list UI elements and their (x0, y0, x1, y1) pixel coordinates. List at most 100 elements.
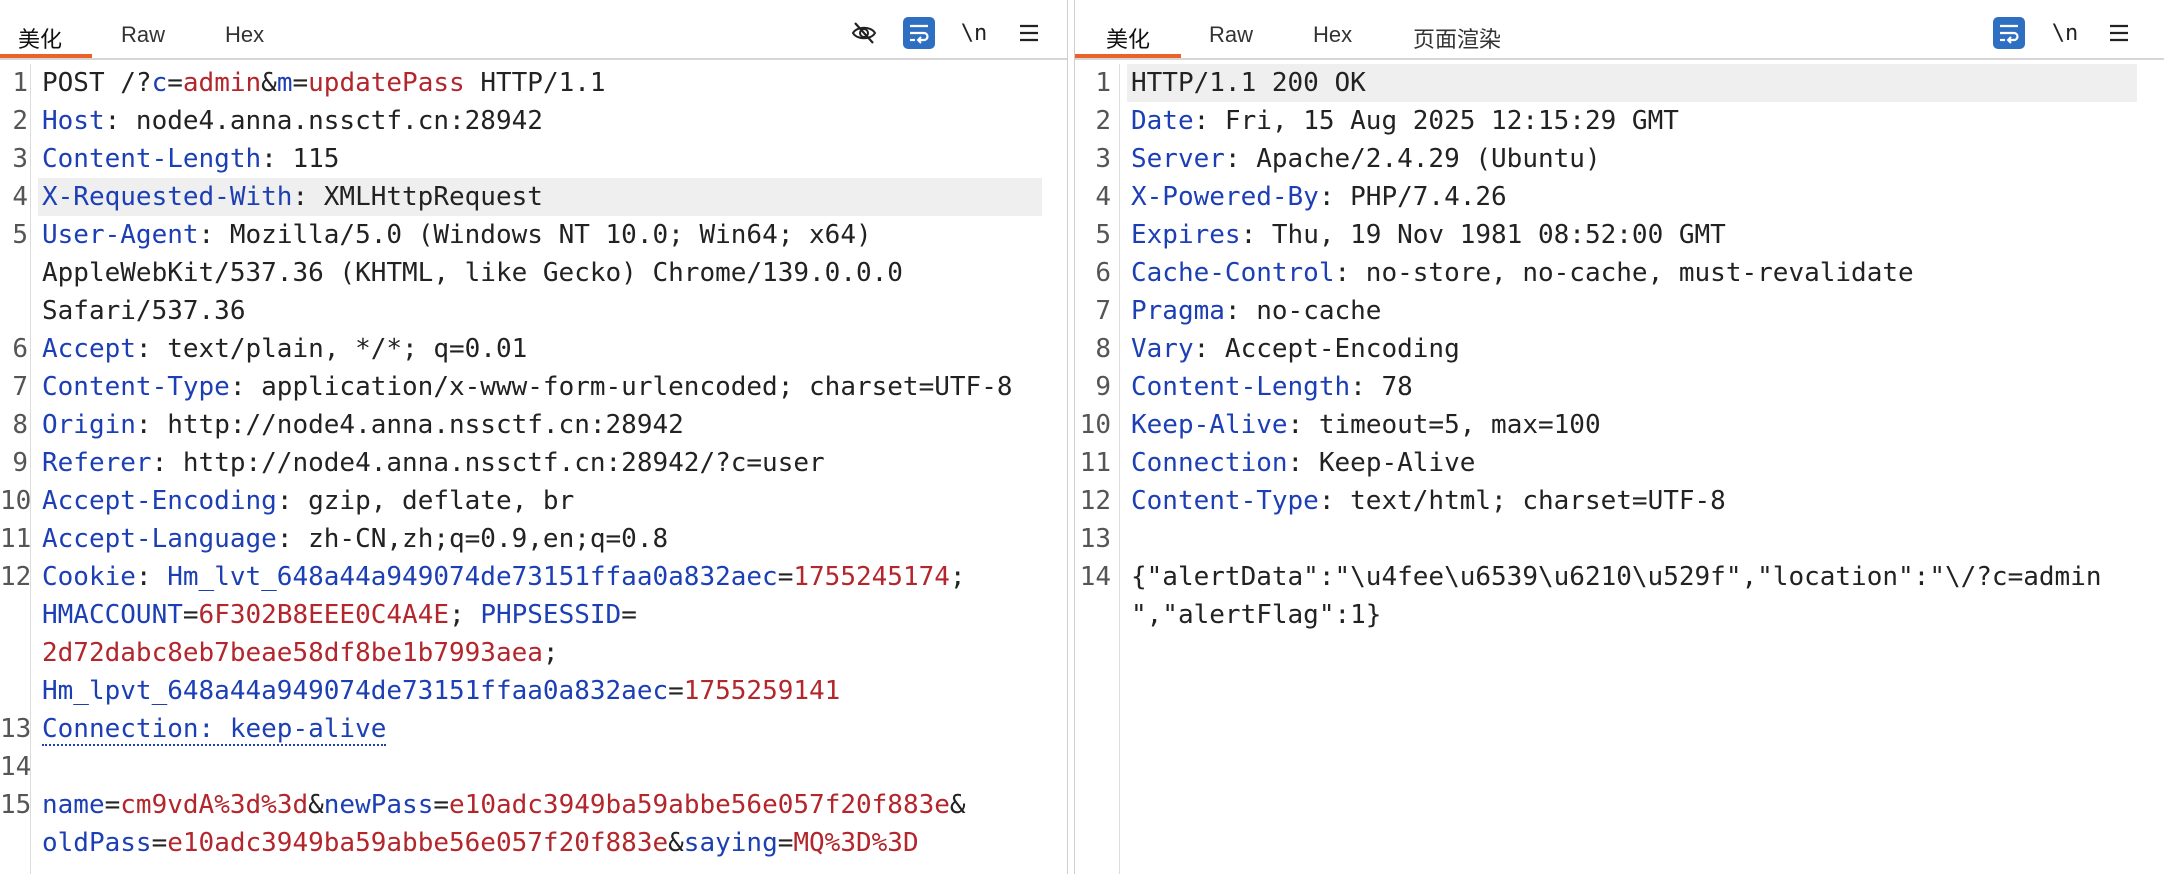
token: Keep-Alive (1131, 410, 1288, 440)
code-line: HMACCOUNT=6F302B8EEE0C4A4E; PHPSESSID= (0, 596, 1067, 634)
token: : 115 (261, 144, 340, 174)
token: Content-Type (1131, 486, 1319, 516)
code-line: 13 Connection: keep-alive (0, 710, 1067, 748)
line-text: Date: Fri, 15 Aug 2025 12:15:29 GMT (1131, 102, 1679, 140)
code-line: 10 Accept-Encoding: gzip, deflate, br (0, 482, 1067, 520)
code-line: 5 User-Agent: Mozilla/5.0 (Windows NT 10.… (0, 216, 1067, 254)
code-line: Safari/537.36 (0, 292, 1067, 330)
code-line: 10 Keep-Alive: timeout=5, max=100 (1075, 406, 2164, 444)
code-line: 4 X-Powered-By: PHP/7.4.26 (1075, 178, 2164, 216)
token: : Thu, 19 Nov 1981 08:52:00 GMT (1240, 220, 1726, 250)
pane-splitter[interactable] (1067, 0, 1075, 874)
line-text: Content-Type: application/x-www-form-url… (42, 368, 1013, 406)
token: = (777, 828, 794, 858)
line-number: 3 (1095, 144, 1111, 174)
response-tab-raw[interactable]: Raw (1209, 22, 1253, 48)
token: 6F302B8EEE0C4A4E (198, 600, 449, 630)
line-number: 9 (1095, 372, 1111, 402)
response-tabbar: 美化 Raw Hex 页面渲染 \n (1075, 0, 2164, 60)
token: = (182, 600, 199, 630)
line-text: Host: node4.anna.nssctf.cn:28942 (42, 102, 543, 140)
token: Safari/537.36 (42, 296, 246, 326)
response-tab-hex[interactable]: Hex (1313, 22, 1352, 48)
token: Accept-Encoding (42, 486, 277, 516)
token: User-Agent (42, 220, 199, 250)
token: : no-store, no-cache, must-revalidate (1334, 258, 1914, 288)
newline-toggle[interactable]: \n (958, 17, 990, 49)
line-number: 10 (0, 486, 32, 516)
response-editor[interactable]: 1 HTTP/1.1 200 OK 2 Date: Fri, 15 Aug 2025 … (1075, 64, 2164, 874)
menu-icon[interactable] (2103, 17, 2135, 49)
line-number: 7 (1095, 296, 1111, 326)
token: Pragma (1131, 296, 1225, 326)
response-tab-render[interactable]: 页面渲染 (1413, 22, 1501, 54)
token: = (777, 562, 794, 592)
request-tabbar: 美化 Raw Hex \n (0, 0, 1067, 60)
line-number: 11 (0, 524, 32, 554)
menu-icon[interactable] (1013, 17, 1045, 49)
token: Connection (1131, 448, 1288, 478)
token: X-Powered-By (1131, 182, 1319, 212)
token: : PHP/7.4.26 (1318, 182, 1507, 212)
newline-toggle[interactable]: \n (2049, 17, 2081, 49)
request-editor[interactable]: 1 POST /?c=admin&m=updatePass HTTP/1.1 2 Ho… (0, 64, 1067, 874)
line-number (0, 634, 28, 672)
code-line: 1 HTTP/1.1 200 OK (1075, 64, 2164, 102)
code-line: 3 Content-Length: 115 (0, 140, 1067, 178)
line-number (0, 672, 28, 710)
line-number: 5 (1095, 220, 1111, 250)
token: Content-Length (1131, 372, 1351, 402)
response-tab-pretty[interactable]: 美化 (1106, 22, 1150, 54)
code-line: 7 Content-Type: application/x-www-form-ur… (0, 368, 1067, 406)
line-number: 12 (1079, 486, 1111, 516)
line-text: Vary: Accept-Encoding (1131, 330, 1460, 368)
token: ; (542, 638, 559, 668)
line-text: Content-Length: 78 (1131, 368, 1413, 406)
token: cm9vdA%3d%3d (120, 790, 309, 820)
line-number: 10 (1079, 410, 1111, 440)
token: POST /? (42, 68, 152, 98)
line-text: name=cm9vdA%3d%3d&newPass=e10adc3949ba59… (42, 786, 966, 824)
line-text: Safari/537.36 (42, 292, 246, 330)
line-text: Content-Length: 115 (42, 140, 339, 178)
wrap-icon[interactable] (1993, 17, 2025, 49)
token: {"alertData":"\u4fee\u6539\u6210\u529f",… (1131, 562, 2102, 592)
line-text: X-Requested-With: XMLHttpRequest (42, 178, 543, 216)
token: HMACCOUNT (42, 600, 183, 630)
line-number: 1 (12, 68, 28, 98)
line-number (0, 254, 28, 292)
line-text: Cache-Control: no-store, no-cache, must-… (1131, 254, 1914, 292)
line-number: 3 (12, 144, 28, 174)
token: Content-Length (42, 144, 262, 174)
token: = (433, 790, 450, 820)
token: Accept (42, 334, 136, 364)
wrap-icon[interactable] (903, 17, 935, 49)
code-line: AppleWebKit/537.36 (KHTML, like Gecko) C… (0, 254, 1067, 292)
token: Accept-Language (42, 524, 277, 554)
code-line: ","alertFlag":1} (1075, 596, 2164, 634)
token: Vary (1131, 334, 1194, 364)
line-number: 4 (1095, 182, 1111, 212)
line-number (1075, 596, 1111, 634)
token: = (151, 828, 168, 858)
line-number (0, 292, 28, 330)
line-text: POST /?c=admin&m=updatePass HTTP/1.1 (42, 64, 606, 102)
line-number: 8 (1095, 334, 1111, 364)
line-number: 14 (1079, 562, 1111, 592)
request-tab-raw[interactable]: Raw (121, 22, 165, 48)
token: : node4.anna.nssctf.cn:28942 (104, 106, 543, 136)
request-tab-pretty[interactable]: 美化 (18, 22, 62, 54)
http-viewer: 美化 Raw Hex \n 1 POST /?c=admin&m=updateP… (0, 0, 2164, 874)
token: Cache-Control (1131, 258, 1335, 288)
line-number: 6 (1095, 258, 1111, 288)
request-tab-hex[interactable]: Hex (225, 22, 264, 48)
token: updatePass (308, 68, 465, 98)
token: MQ%3D%3D (793, 828, 919, 858)
token: Referer (42, 448, 152, 478)
token: : text/html; charset=UTF-8 (1318, 486, 1726, 516)
eye-off-icon[interactable] (848, 17, 880, 49)
line-text: Connection: keep-alive (42, 710, 387, 748)
code-line: 2 Host: node4.anna.nssctf.cn:28942 (0, 102, 1067, 140)
active-tab-indicator (1075, 54, 1181, 58)
token: Origin (42, 410, 136, 440)
